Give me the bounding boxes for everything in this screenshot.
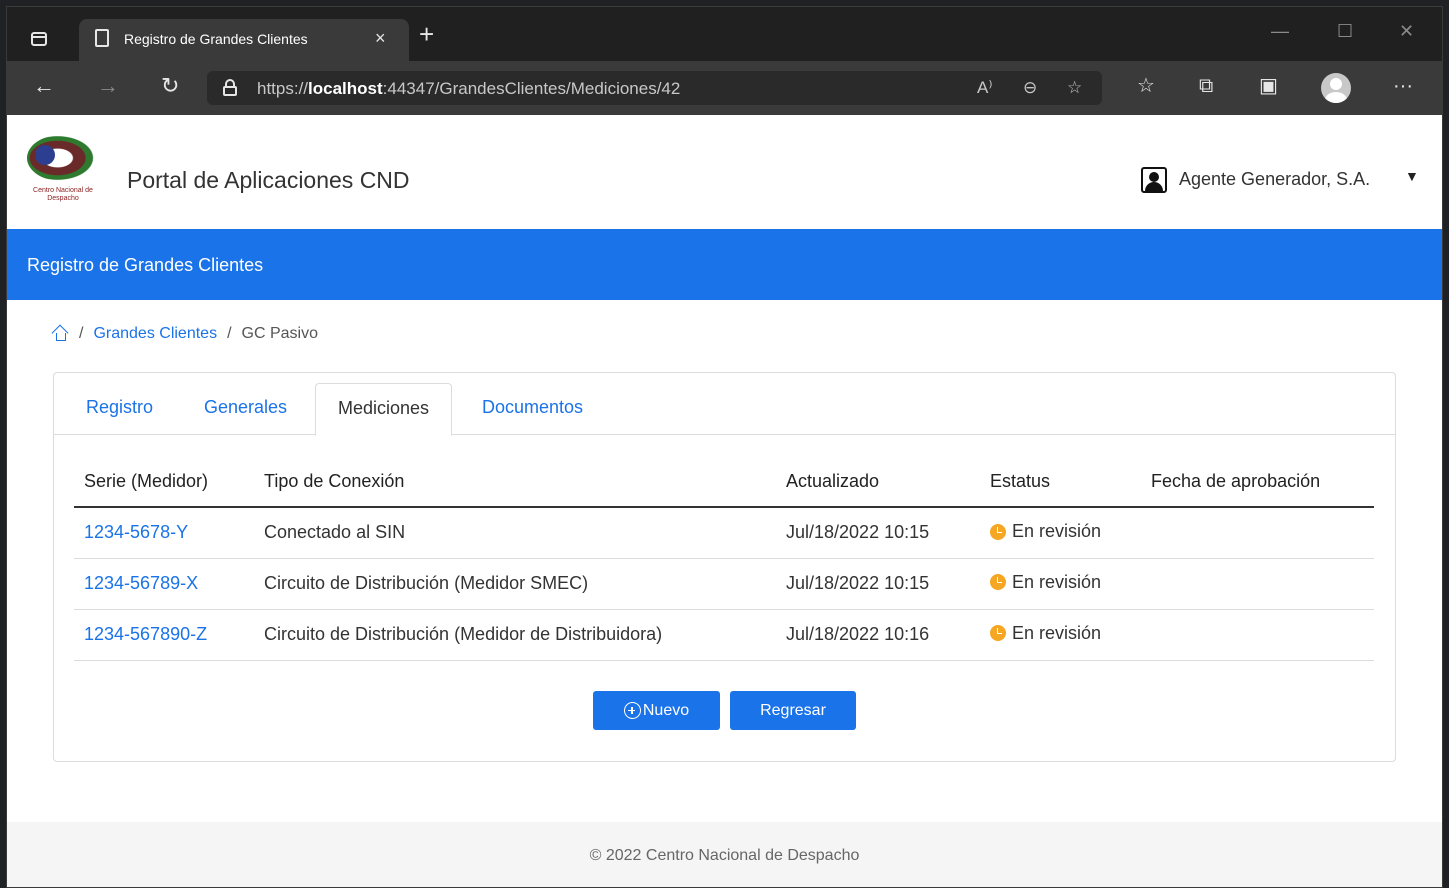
actualizado-cell: Jul/18/2022 10:15 bbox=[776, 507, 980, 559]
serie-link[interactable]: 1234-567890-Z bbox=[84, 624, 207, 644]
breadcrumb-separator: / bbox=[79, 325, 84, 342]
cnd-logo[interactable]: Centro Nacional de Despacho bbox=[23, 135, 113, 217]
tab-title: Registro de Grandes Clientes bbox=[124, 31, 308, 47]
tipo-cell: Conectado al SIN bbox=[254, 507, 776, 559]
table-header-row: Serie (Medidor) Tipo de Conexión Actuali… bbox=[74, 457, 1374, 508]
maximize-button[interactable]: ☐ bbox=[1337, 21, 1353, 42]
footer: © 2022 Centro Nacional de Despacho bbox=[7, 822, 1442, 887]
status-badge: En revisión bbox=[990, 521, 1101, 542]
clock-icon bbox=[990, 625, 1006, 642]
column-header: Estatus bbox=[980, 457, 1141, 508]
actualizado-cell: Jul/18/2022 10:15 bbox=[776, 558, 980, 610]
serie-link[interactable]: 1234-5678-Y bbox=[84, 522, 188, 542]
tab-close-icon[interactable]: × bbox=[375, 28, 386, 49]
breadcrumb-current: GC Pasivo bbox=[241, 325, 318, 342]
url-text[interactable]: https://localhost:44347/GrandesClientes/… bbox=[257, 79, 680, 99]
home-icon[interactable] bbox=[51, 324, 69, 342]
fecha-cell bbox=[1141, 558, 1374, 610]
breadcrumb-link[interactable]: Grandes Clientes bbox=[93, 325, 217, 343]
page-icon bbox=[95, 29, 109, 47]
caret-down-icon: ▼ bbox=[1405, 168, 1419, 184]
profile-icon[interactable] bbox=[1321, 73, 1351, 103]
tab-mediciones[interactable]: Mediciones bbox=[315, 383, 453, 436]
column-header: Serie (Medidor) bbox=[74, 457, 254, 508]
back-button[interactable]: ← bbox=[33, 75, 55, 97]
table-row: 1234-5678-Y Conectado al SIN Jul/18/2022… bbox=[74, 507, 1374, 559]
tab-documentos[interactable]: Documentos bbox=[460, 383, 605, 435]
browser-tab[interactable]: Registro de Grandes Clientes × bbox=[79, 19, 409, 61]
tab-strip: Registro de Grandes Clientes × + — ☐ ✕ bbox=[7, 7, 1442, 61]
tab-bar: Registro Generales Mediciones Documentos bbox=[54, 373, 1395, 436]
table-row: 1234-56789-X Circuito de Distribución (M… bbox=[74, 558, 1374, 610]
address-bar[interactable]: https://localhost:44347/GrandesClientes/… bbox=[207, 71, 1102, 105]
mediciones-card: Registro Generales Mediciones Documentos… bbox=[53, 372, 1396, 762]
mediciones-table: Serie (Medidor) Tipo de Conexión Actuali… bbox=[74, 457, 1374, 661]
user-name: Agente Generador, S.A. bbox=[1179, 169, 1371, 189]
more-icon[interactable]: ··· bbox=[1393, 75, 1413, 97]
clock-icon bbox=[990, 523, 1006, 540]
tab-actions-icon[interactable] bbox=[31, 32, 47, 46]
tab-generales[interactable]: Generales bbox=[182, 383, 309, 435]
refresh-button[interactable]: ↻ bbox=[161, 75, 179, 97]
actualizado-cell: Jul/18/2022 10:16 bbox=[776, 609, 980, 661]
minimize-button[interactable]: — bbox=[1271, 21, 1289, 42]
status-badge: En revisión bbox=[990, 572, 1101, 593]
back-button-app[interactable]: Regresar bbox=[730, 691, 856, 730]
table-row: 1234-567890-Z Circuito de Distribución (… bbox=[74, 609, 1374, 661]
ie-mode-icon[interactable]: ▣ bbox=[1259, 75, 1278, 97]
tab-registro[interactable]: Registro bbox=[64, 383, 175, 435]
user-icon bbox=[1141, 167, 1167, 193]
column-header: Fecha de aprobación bbox=[1141, 457, 1374, 508]
favorites-icon[interactable]: ☆ bbox=[1137, 75, 1155, 97]
column-header: Tipo de Conexión bbox=[254, 457, 776, 508]
card-actions: Nuevo Regresar bbox=[54, 691, 1395, 730]
app-header: Centro Nacional de Despacho Portal de Ap… bbox=[7, 115, 1442, 229]
plus-circle-icon bbox=[623, 702, 641, 719]
new-button[interactable]: Nuevo bbox=[593, 691, 720, 730]
collections-icon[interactable]: ⧉ bbox=[1199, 75, 1213, 97]
app-title[interactable]: Portal de Aplicaciones CND bbox=[127, 167, 410, 194]
fecha-cell bbox=[1141, 609, 1374, 661]
section-bar: Registro de Grandes Clientes bbox=[7, 229, 1442, 300]
address-bar-row: ← → ↻ https://localhost:44347/GrandesCli… bbox=[7, 61, 1442, 115]
read-aloud-icon[interactable]: A⁾ bbox=[977, 78, 993, 98]
close-window-button[interactable]: ✕ bbox=[1399, 21, 1414, 42]
status-badge: En revisión bbox=[990, 623, 1101, 644]
new-tab-button[interactable]: + bbox=[419, 21, 434, 47]
breadcrumb-separator: / bbox=[227, 325, 232, 342]
tipo-cell: Circuito de Distribución (Medidor de Dis… bbox=[254, 609, 776, 661]
footer-text: © 2022 Centro Nacional de Despacho bbox=[589, 847, 860, 864]
clock-icon bbox=[990, 574, 1006, 591]
serie-link[interactable]: 1234-56789-X bbox=[84, 573, 198, 593]
lock-icon[interactable] bbox=[223, 79, 237, 96]
zoom-out-icon[interactable]: ⊖ bbox=[1023, 78, 1037, 98]
tipo-cell: Circuito de Distribución (Medidor SMEC) bbox=[254, 558, 776, 610]
fecha-cell bbox=[1141, 507, 1374, 559]
forward-button[interactable]: → bbox=[97, 75, 119, 97]
section-title: Registro de Grandes Clientes bbox=[27, 255, 264, 275]
add-favorite-icon[interactable]: ☆ bbox=[1067, 78, 1082, 98]
breadcrumb: / Grandes Clientes / GC Pasivo bbox=[51, 324, 318, 343]
column-header: Actualizado bbox=[776, 457, 980, 508]
logo-text: Centro Nacional de Despacho bbox=[33, 187, 93, 202]
browser-window: Registro de Grandes Clientes × + — ☐ ✕ ←… bbox=[6, 6, 1443, 888]
